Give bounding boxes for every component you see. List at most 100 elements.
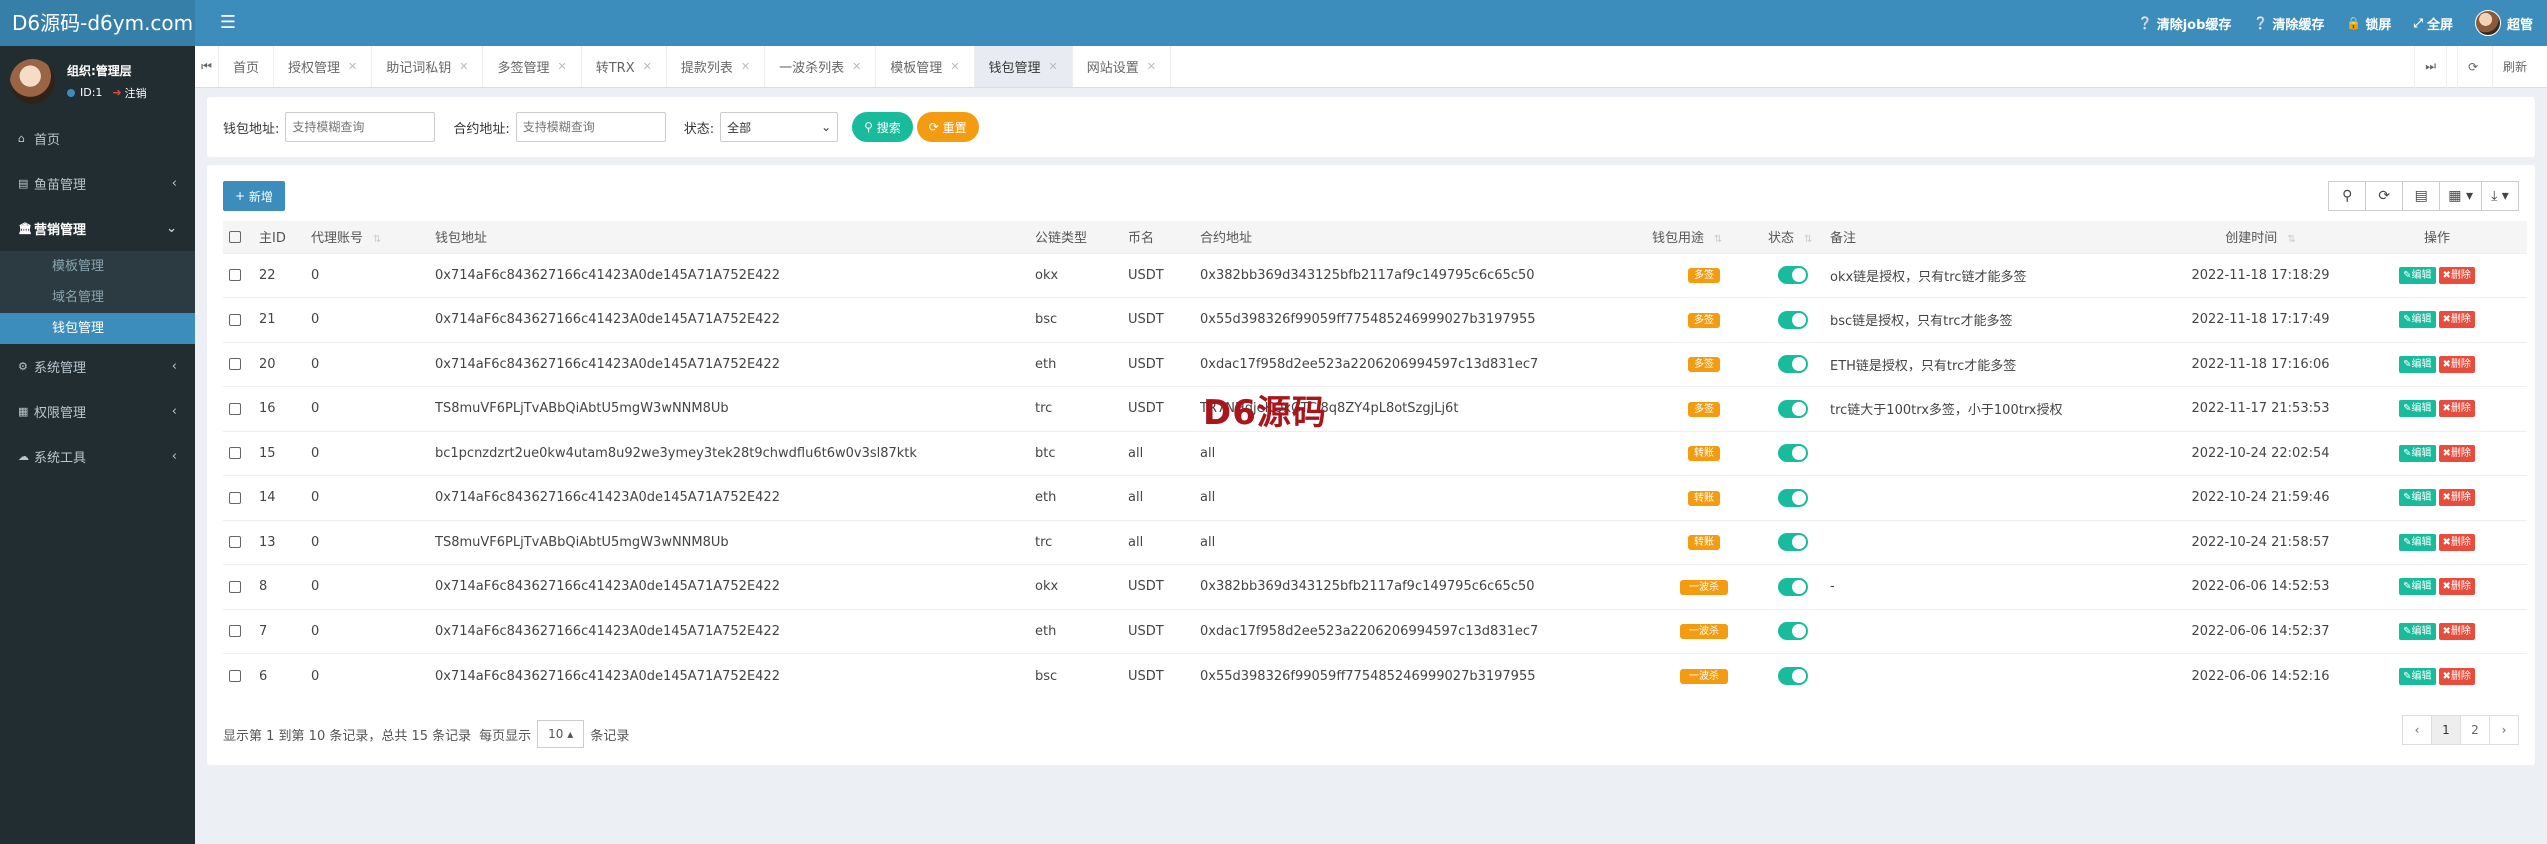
delete-button[interactable]: ✖删除	[2438, 444, 2475, 462]
page-next[interactable]: ›	[2489, 715, 2519, 745]
row-checkbox[interactable]	[229, 402, 241, 415]
tab-kill-list[interactable]: 一波杀列表 ✕	[765, 46, 877, 87]
toggle-view-button[interactable]: ▤	[2402, 181, 2441, 211]
status-toggle[interactable]	[1778, 622, 1808, 641]
page-1[interactable]: 1	[2431, 715, 2461, 745]
tab-trx[interactable]: 转TRX ✕	[582, 46, 667, 87]
col-use[interactable]: 钱包用途 ⇅	[1646, 221, 1762, 253]
select-all-checkbox[interactable]	[229, 230, 241, 243]
status-toggle[interactable]	[1778, 310, 1808, 329]
wallet-address-input[interactable]	[285, 112, 436, 142]
page-2[interactable]: 2	[2460, 715, 2490, 745]
export-button[interactable]: ⤓ ▾	[2481, 181, 2519, 211]
tab-site-settings[interactable]: 网站设置 ✕	[1073, 46, 1171, 87]
tab-home[interactable]: 首页	[219, 46, 275, 87]
lock-screen-button[interactable]: 🔒 锁屏	[2346, 14, 2391, 33]
status-toggle[interactable]	[1778, 533, 1808, 552]
tab-template[interactable]: 模板管理 ✕	[876, 46, 975, 87]
close-icon[interactable]: ✕	[741, 60, 750, 73]
col-status[interactable]: 状态 ⇅	[1762, 221, 1824, 253]
search-toggle-button[interactable]: ⚲	[2328, 181, 2367, 211]
clear-job-cache-button[interactable]: ❔ 清除job缓存	[2138, 14, 2232, 33]
sidebar-item-domain[interactable]: 域名管理	[0, 282, 195, 313]
status-toggle[interactable]	[1778, 444, 1808, 463]
sidebar-item-wallet[interactable]: 钱包管理	[0, 313, 195, 344]
status-select[interactable]: 全部 ⌄	[720, 112, 839, 142]
tabs-prev-icon[interactable]: ⏮	[195, 46, 219, 87]
page-size-select[interactable]: 10 ▴	[537, 720, 585, 748]
delete-button[interactable]: ✖删除	[2438, 266, 2475, 284]
edit-button[interactable]: ✎编辑	[2399, 266, 2436, 284]
status-toggle[interactable]	[1778, 488, 1808, 507]
close-icon[interactable]: ✕	[348, 60, 357, 73]
fullscreen-button[interactable]: ⤢ 全屏	[2413, 14, 2453, 33]
columns-button[interactable]: ▦ ▾	[2439, 181, 2482, 211]
sidebar-item-marketing[interactable]: 🏛 营销管理 ⌄	[0, 206, 195, 251]
close-icon[interactable]: ✕	[558, 60, 567, 73]
edit-button[interactable]: ✎编辑	[2399, 311, 2436, 329]
edit-button[interactable]: ✎编辑	[2399, 578, 2436, 596]
edit-button[interactable]: ✎编辑	[2399, 489, 2436, 507]
delete-button[interactable]: ✖删除	[2438, 578, 2475, 596]
edit-button[interactable]: ✎编辑	[2399, 355, 2436, 373]
contract-address-input[interactable]	[515, 112, 666, 142]
edit-button[interactable]: ✎编辑	[2399, 400, 2436, 418]
col-time[interactable]: 创建时间 ⇅	[2174, 221, 2347, 253]
delete-button[interactable]: ✖删除	[2438, 311, 2475, 329]
col-coin[interactable]: 币名	[1122, 221, 1194, 253]
status-toggle[interactable]	[1778, 399, 1808, 418]
col-chain[interactable]: 公链类型	[1029, 221, 1122, 253]
status-toggle[interactable]	[1778, 577, 1808, 596]
search-button[interactable]: ⚲ 搜索	[852, 112, 913, 142]
tab-auth[interactable]: 授权管理 ✕	[274, 46, 373, 87]
sidebar-item-tools[interactable]: ☁ 系统工具 ‹	[0, 434, 195, 479]
tabs-next-icon[interactable]: ⏭	[2414, 45, 2446, 88]
add-button[interactable]: + 新增	[223, 181, 285, 211]
close-icon[interactable]: ✕	[643, 60, 652, 73]
edit-button[interactable]: ✎编辑	[2399, 533, 2436, 551]
row-checkbox[interactable]	[229, 536, 241, 549]
refresh-button[interactable]: ⟳ 刷新	[2446, 45, 2547, 88]
delete-button[interactable]: ✖删除	[2438, 400, 2475, 418]
logout-link[interactable]: 注销	[125, 85, 147, 101]
tab-wallet[interactable]: 钱包管理 ✕	[974, 46, 1073, 87]
sidebar-item-home[interactable]: ⌂ 首页	[0, 116, 195, 161]
user-menu[interactable]: 超管	[2474, 10, 2533, 36]
row-checkbox[interactable]	[229, 580, 241, 593]
close-icon[interactable]: ✕	[852, 60, 861, 73]
delete-button[interactable]: ✖删除	[2438, 489, 2475, 507]
row-checkbox[interactable]	[229, 491, 241, 504]
row-checkbox[interactable]	[229, 313, 241, 326]
sidebar-item-permission[interactable]: ▦ 权限管理 ‹	[0, 389, 195, 434]
status-toggle[interactable]	[1778, 667, 1808, 685]
close-icon[interactable]: ✕	[459, 60, 468, 73]
bars-icon[interactable]: ☰	[205, 0, 251, 46]
app-logo[interactable]: D6源码-d6ym.com	[0, 0, 195, 46]
delete-button[interactable]: ✖删除	[2438, 533, 2475, 551]
delete-button[interactable]: ✖删除	[2438, 355, 2475, 373]
close-icon[interactable]: ✕	[950, 60, 959, 73]
close-icon[interactable]: ✕	[1049, 60, 1058, 73]
col-agent[interactable]: 代理账号 ⇅	[305, 221, 429, 253]
tab-multisig[interactable]: 多签管理 ✕	[483, 46, 582, 87]
row-checkbox[interactable]	[229, 670, 241, 682]
delete-button[interactable]: ✖删除	[2438, 622, 2475, 640]
row-checkbox[interactable]	[229, 358, 241, 371]
delete-button[interactable]: ✖删除	[2438, 667, 2475, 685]
clear-cache-button[interactable]: ❔ 清除缓存	[2253, 14, 2324, 33]
row-checkbox[interactable]	[229, 625, 241, 638]
status-toggle[interactable]	[1778, 266, 1808, 285]
tab-mnemonic[interactable]: 助记词私钥 ✕	[372, 46, 484, 87]
edit-button[interactable]: ✎编辑	[2399, 444, 2436, 462]
col-contract[interactable]: 合约地址	[1194, 221, 1646, 253]
edit-button[interactable]: ✎编辑	[2399, 667, 2436, 685]
tab-withdraw[interactable]: 提款列表 ✕	[667, 46, 766, 87]
page-prev[interactable]: ‹	[2402, 715, 2432, 745]
close-icon[interactable]: ✕	[1147, 60, 1156, 73]
status-toggle[interactable]	[1778, 355, 1808, 374]
refresh-button[interactable]: ⟳	[2365, 181, 2404, 211]
row-checkbox[interactable]	[229, 269, 241, 282]
edit-button[interactable]: ✎编辑	[2399, 622, 2436, 640]
row-checkbox[interactable]	[229, 447, 241, 460]
col-remark[interactable]: 备注	[1824, 221, 2174, 253]
